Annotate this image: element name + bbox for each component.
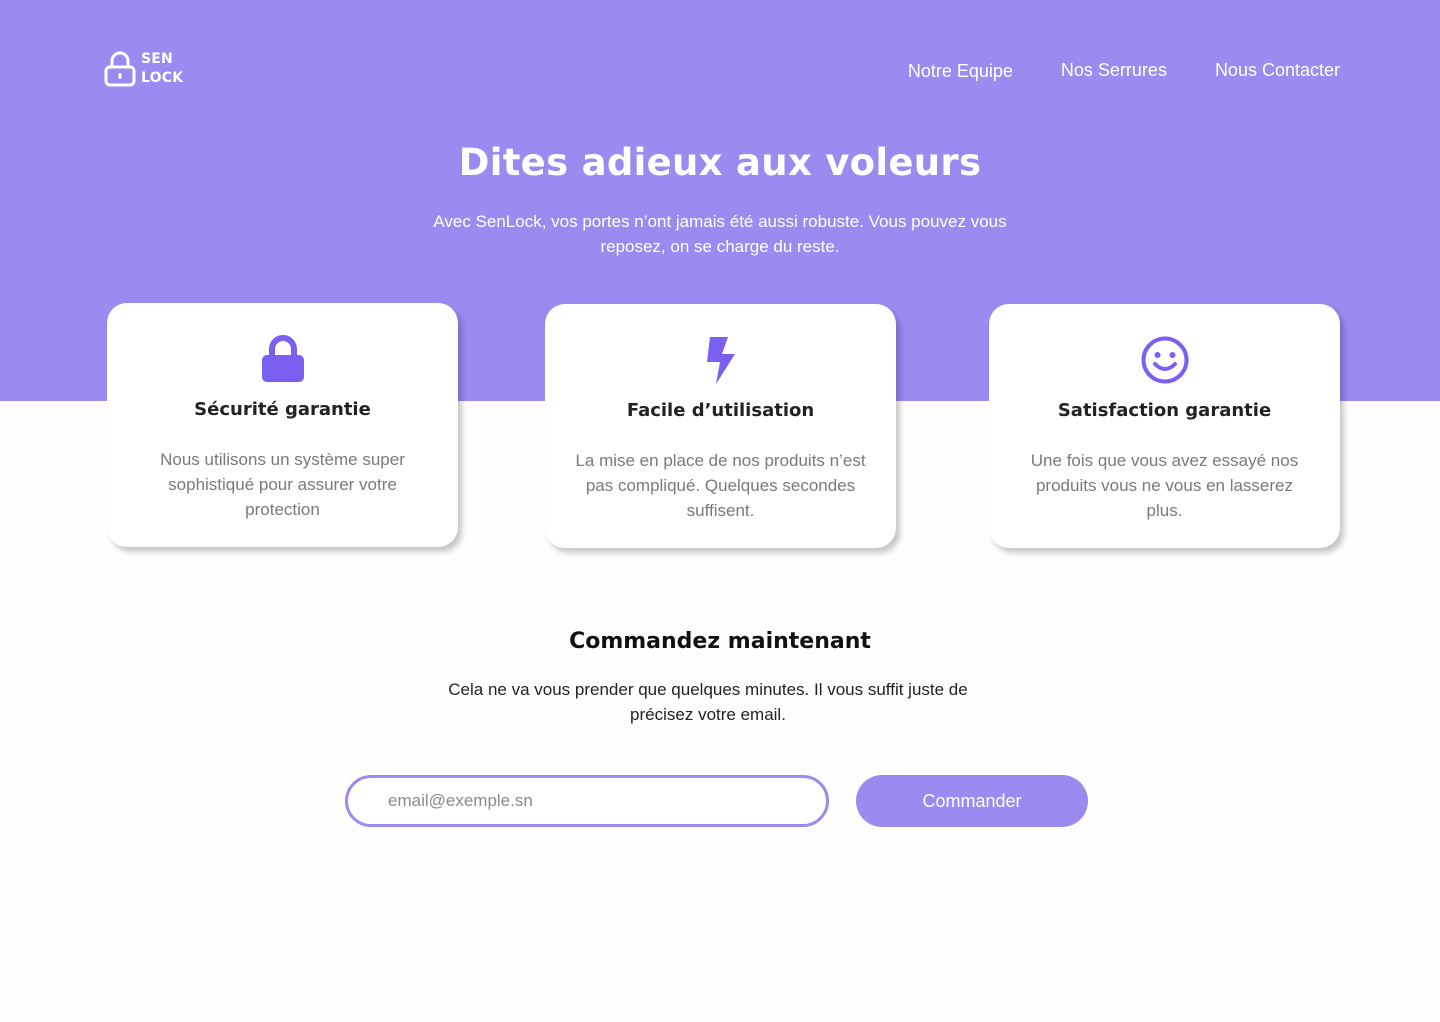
lightning-icon <box>545 334 896 386</box>
lock-icon <box>107 333 458 385</box>
feature-title: Facile d’utilisation <box>626 400 815 421</box>
brand-name: SEN LOCK <box>141 50 183 88</box>
brand-name-line1: SEN <box>141 51 173 67</box>
feature-card-ease: Facile d’utilisation La mise en place de… <box>545 304 896 548</box>
order-title: Commandez maintenant <box>569 629 871 654</box>
brand-name-line2: LOCK <box>141 70 184 86</box>
hero-subtitle: Avec SenLock, vos portes n’ont jamais ét… <box>433 212 1007 256</box>
feature-text: La mise en place de nos produits n’est p… <box>575 451 866 520</box>
nav-link-nous-contacter[interactable]: Nous Contacter <box>1215 58 1340 82</box>
nav-link-nos-serrures[interactable]: Nos Serrures <box>1061 58 1167 82</box>
feature-text: Une fois que vous avez essayé nos produi… <box>1030 451 1299 520</box>
nav-link-notre-equipe[interactable]: Notre Equipe <box>908 59 1013 83</box>
email-input[interactable] <box>345 775 829 827</box>
feature-card-satisfaction: Satisfaction garantie Une fois que vous … <box>989 304 1340 548</box>
main-nav: Notre Equipe Nos Serrures Nous Contacter <box>908 58 1340 82</box>
lock-outline-icon <box>104 51 136 87</box>
order-button[interactable]: Commander <box>856 775 1088 827</box>
feature-text: Nous utilisons un système super sophisti… <box>160 450 405 519</box>
feature-title: Sécurité garantie <box>194 399 371 420</box>
order-description: Cela ne va vous prender que quelques min… <box>448 680 968 724</box>
smiley-icon <box>989 334 1340 386</box>
feature-card-security: Sécurité garantie Nous utilisons un syst… <box>107 303 458 547</box>
hero-title: Dites adieux aux voleurs <box>458 141 982 184</box>
brand-logo[interactable]: SEN LOCK <box>104 50 183 88</box>
feature-title: Satisfaction garantie <box>1057 400 1272 421</box>
